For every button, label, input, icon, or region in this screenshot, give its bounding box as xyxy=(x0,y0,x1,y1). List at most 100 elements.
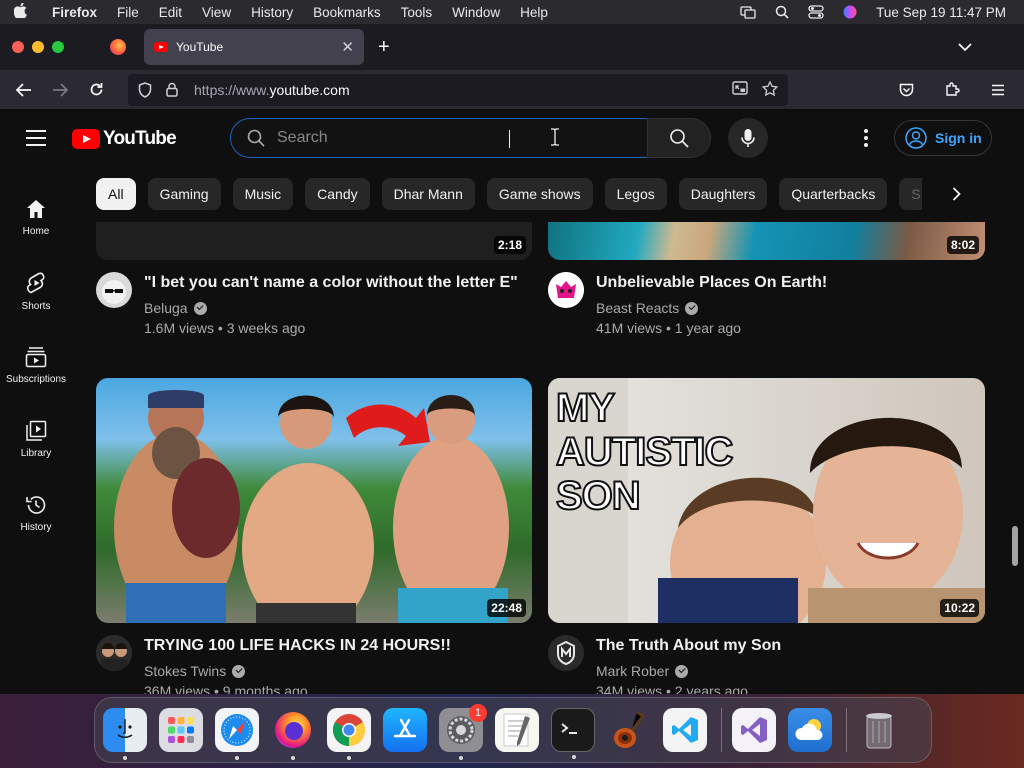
channel-name[interactable]: Beluga xyxy=(144,300,207,316)
verified-badge-icon xyxy=(675,664,689,678)
video-thumbnail[interactable]: 22:48 xyxy=(96,378,532,623)
launchpad-icon[interactable] xyxy=(159,708,203,752)
lock-icon[interactable] xyxy=(166,82,184,97)
chip-all[interactable]: All xyxy=(96,178,136,210)
spotlight-search-icon[interactable] xyxy=(774,5,790,19)
app-store-icon[interactable] xyxy=(383,708,427,752)
search-button[interactable] xyxy=(647,118,711,158)
video-thumbnail[interactable]: 8:02 xyxy=(548,222,985,260)
settings-more-vert-icon[interactable] xyxy=(856,126,876,150)
channel-avatar[interactable] xyxy=(548,635,584,671)
video-thumbnail[interactable]: 2:18 xyxy=(96,222,532,260)
channel-name[interactable]: Stokes Twins xyxy=(144,663,246,679)
list-all-tabs-chevron-down-icon[interactable] xyxy=(958,39,972,55)
channel-avatar[interactable] xyxy=(548,272,584,308)
forward-button[interactable] xyxy=(42,76,78,104)
zoom-window-button[interactable] xyxy=(52,41,64,53)
system-settings-icon[interactable]: 1 xyxy=(439,704,487,760)
menu-help[interactable]: Help xyxy=(510,5,558,20)
weather-icon[interactable] xyxy=(788,708,832,752)
menu-edit[interactable]: Edit xyxy=(149,5,192,20)
chip-quarterbacks[interactable]: Quarterbacks xyxy=(779,178,888,210)
youtube-favicon-icon xyxy=(154,42,168,52)
video-title[interactable]: "I bet you can't name a color without th… xyxy=(144,274,518,292)
close-tab-icon[interactable]: ✕ xyxy=(341,38,354,56)
chip-daughters[interactable]: Daughters xyxy=(678,178,768,210)
visual-studio-icon[interactable] xyxy=(732,708,776,752)
siri-icon[interactable] xyxy=(842,5,858,19)
chip-legos[interactable]: Legos xyxy=(604,178,667,210)
window-controls xyxy=(0,41,64,53)
channel-name[interactable]: Mark Rober xyxy=(596,663,689,679)
video-title[interactable]: TRYING 100 LIFE HACKS IN 24 HOURS!! xyxy=(144,637,451,655)
menu-bookmarks[interactable]: Bookmarks xyxy=(303,5,391,20)
voice-search-button[interactable] xyxy=(728,118,768,158)
thumbnail-text-line: AUTISTIC xyxy=(555,429,734,475)
menu-file[interactable]: File xyxy=(107,5,149,20)
reload-button[interactable] xyxy=(78,76,114,104)
new-tab-button[interactable]: + xyxy=(378,36,390,59)
terminal-icon[interactable] xyxy=(551,708,595,759)
bookmark-star-icon[interactable] xyxy=(761,80,779,99)
apple-menu-icon[interactable] xyxy=(0,2,40,22)
life-hacks-thumbnail-image xyxy=(114,390,509,623)
pocket-icon[interactable] xyxy=(888,76,924,104)
menubar-clock[interactable]: Tue Sep 19 11:47 PM xyxy=(876,5,1006,20)
duration-badge: 10:22 xyxy=(940,599,979,617)
chip-game-shows[interactable]: Game shows xyxy=(486,178,593,210)
tab-youtube[interactable]: YouTube ✕ xyxy=(144,29,364,65)
app-menu-hamburger-icon[interactable] xyxy=(980,76,1016,104)
channel-name[interactable]: Beast Reacts xyxy=(596,300,699,316)
dock-separator xyxy=(846,708,847,752)
vscode-icon[interactable] xyxy=(663,708,707,752)
duration-badge: 22:48 xyxy=(487,599,526,617)
guide-menu-icon[interactable] xyxy=(26,130,46,151)
channel-avatar[interactable] xyxy=(96,635,132,671)
video-title[interactable]: Unbelievable Places On Earth! xyxy=(596,274,827,292)
menu-app-firefox[interactable]: Firefox xyxy=(40,5,107,20)
chip-truncated[interactable]: S xyxy=(899,178,922,210)
url-host: youtube.com xyxy=(269,81,350,98)
chip-candy[interactable]: Candy xyxy=(305,178,370,210)
page-scrollbar-thumb[interactable] xyxy=(1012,526,1018,566)
channel-avatar[interactable] xyxy=(96,272,132,308)
garageband-icon[interactable] xyxy=(607,708,651,752)
sign-in-button[interactable]: Sign in xyxy=(894,120,992,156)
youtube-logo[interactable]: YouTube xyxy=(72,128,177,150)
close-window-button[interactable] xyxy=(12,41,24,53)
minimize-window-button[interactable] xyxy=(32,41,44,53)
trash-icon[interactable] xyxy=(857,708,901,752)
chips-next-chevron-right-icon[interactable] xyxy=(938,178,974,210)
textedit-icon[interactable] xyxy=(495,708,539,752)
back-button[interactable] xyxy=(6,76,42,104)
menu-history[interactable]: History xyxy=(241,5,303,20)
video-metadata: 34M views • 2 years ago xyxy=(596,683,748,694)
chip-music[interactable]: Music xyxy=(232,178,294,210)
video-title[interactable]: The Truth About my Son xyxy=(596,637,781,655)
finder-icon[interactable] xyxy=(103,708,147,760)
tracking-protection-shield-icon[interactable] xyxy=(138,81,156,98)
video-thumbnail[interactable]: MY AUTISTIC SON 10:22 xyxy=(548,378,985,623)
macos-menubar: Firefox File Edit View History Bookmarks… xyxy=(0,0,1024,24)
menu-tools[interactable]: Tools xyxy=(391,5,443,20)
beast-reacts-avatar-icon xyxy=(548,272,584,308)
firefox-icon[interactable] xyxy=(271,708,315,760)
i-beam-cursor-icon xyxy=(550,128,560,151)
screen-mirroring-icon[interactable] xyxy=(740,5,756,19)
safari-icon[interactable] xyxy=(215,708,259,760)
firefox-view-icon[interactable] xyxy=(110,39,126,55)
chip-gaming[interactable]: Gaming xyxy=(147,178,221,210)
account-circle-icon xyxy=(905,127,927,149)
chrome-icon[interactable] xyxy=(327,708,371,760)
extensions-puzzle-icon[interactable] xyxy=(934,76,970,104)
picture-in-picture-icon[interactable] xyxy=(732,80,748,99)
menu-view[interactable]: View xyxy=(192,5,241,20)
url-bar[interactable]: https://www.youtube.com xyxy=(128,73,788,106)
thumbnail-text-block: MY AUTISTIC SON xyxy=(555,385,734,519)
control-center-icon[interactable] xyxy=(808,5,824,19)
chip-dhar-mann[interactable]: Dhar Mann xyxy=(381,178,475,210)
running-indicator xyxy=(291,756,295,760)
running-indicator xyxy=(347,756,351,760)
search-box[interactable] xyxy=(230,118,648,158)
menu-window[interactable]: Window xyxy=(442,5,510,20)
